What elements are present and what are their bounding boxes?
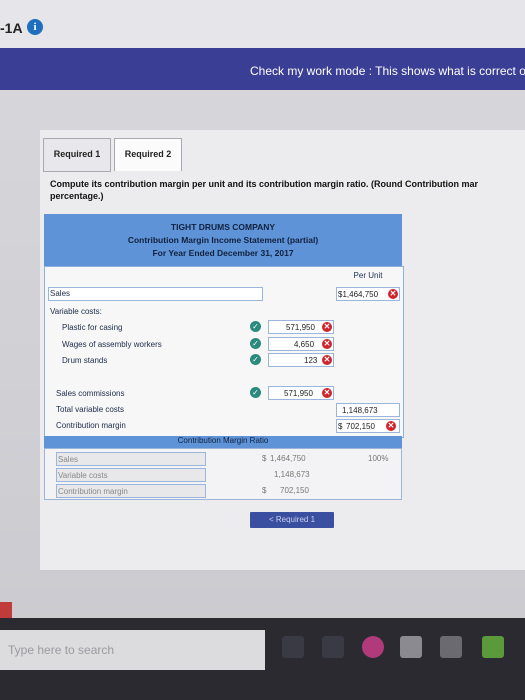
statement-title: Contribution Margin Income Statement (pa… [127,235,319,245]
error-x-icon: ✕ [322,355,332,365]
sales-label-cell [48,287,263,301]
ratio-sales-label-cell [56,452,206,466]
cm-value: 702,150 [346,422,375,431]
prev-required-1-button[interactable]: < Required 1 [250,512,334,528]
error-x-icon: ✕ [322,388,332,398]
error-x-icon: ✕ [386,421,396,431]
check-icon: ✓ [250,321,261,332]
sales-label: Sales [50,289,71,298]
ratio-cm-label: Contribution margin [58,487,128,496]
error-x-icon: ✕ [322,339,332,349]
ratio-sales-dollar: $ [262,454,267,463]
search-placeholder: Type here to search [8,643,115,657]
contribution-margin-label: Contribution margin [56,421,126,430]
task-view-icon[interactable] [322,636,344,658]
wages-label: Wages of assembly workers [62,340,162,349]
instructions: Compute its contribution margin per unit… [50,178,525,202]
per-unit-header: Per Unit [353,271,383,280]
ratio-var-label: Variable costs [58,471,108,480]
ratio-sales-label: Sales [58,455,79,464]
taskbar-search[interactable]: Type here to search [0,630,265,670]
ratio-sales-pct: 100% [368,454,389,463]
drum-value: 123 [304,356,318,365]
screen: -1A i Check my work mode : This shows wh… [0,0,525,700]
variable-costs-label: Variable costs: [50,307,102,316]
total-variable-label: Total variable costs [56,405,125,414]
banner-text: Check my work mode : This shows what is … [250,64,525,78]
window-title: -1A [0,20,23,36]
ratio-header: Contribution Margin Ratio [44,436,402,448]
cm-dollar: $ [338,422,343,431]
statement-period: For Year Ended December 31, 2017 [152,248,294,258]
info-icon[interactable]: i [27,19,43,35]
tab-required-2[interactable]: Required 2 [114,138,182,171]
store-icon[interactable] [440,636,462,658]
error-x-icon: ✕ [322,322,332,332]
tab-required-1[interactable]: Required 1 [43,138,111,172]
statement-header: TIGHT DRUMS COMPANY Contribution Margin … [44,214,402,266]
instructions-line-1: Compute its contribution margin per unit… [50,179,478,189]
plastic-label: Plastic for casing [62,323,123,332]
ratio-cm-dollar: $ [262,486,267,495]
drum-label: Drum stands [62,356,108,365]
commissions-value: 571,950 [284,389,313,398]
check-icon: ✓ [250,354,261,365]
commissions-label: Sales commissions [56,389,125,398]
company-name: TIGHT DRUMS COMPANY [170,222,276,232]
cortana-icon[interactable] [282,636,304,658]
app-icon[interactable] [400,636,422,658]
plastic-value: 571,950 [286,323,315,332]
wages-value: 4,650 [294,340,315,349]
check-icon: ✓ [250,387,261,398]
ratio-var-value: 1,148,673 [274,470,310,479]
error-x-icon: ✕ [388,289,398,299]
app-2-icon[interactable] [482,636,504,658]
ratio-sales-value: 1,464,750 [270,454,306,463]
media-icon[interactable] [362,636,384,658]
sales-value: $1,464,750 [338,290,379,299]
ratio-cm-value: 702,150 [280,486,309,495]
total-variable-value: 1,148,673 [342,406,378,415]
top-bar: -1A i [0,0,525,48]
instructions-line-2: percentage.) [50,191,104,201]
check-icon: ✓ [250,338,261,349]
check-mode-banner: Check my work mode : This shows what is … [0,48,525,90]
